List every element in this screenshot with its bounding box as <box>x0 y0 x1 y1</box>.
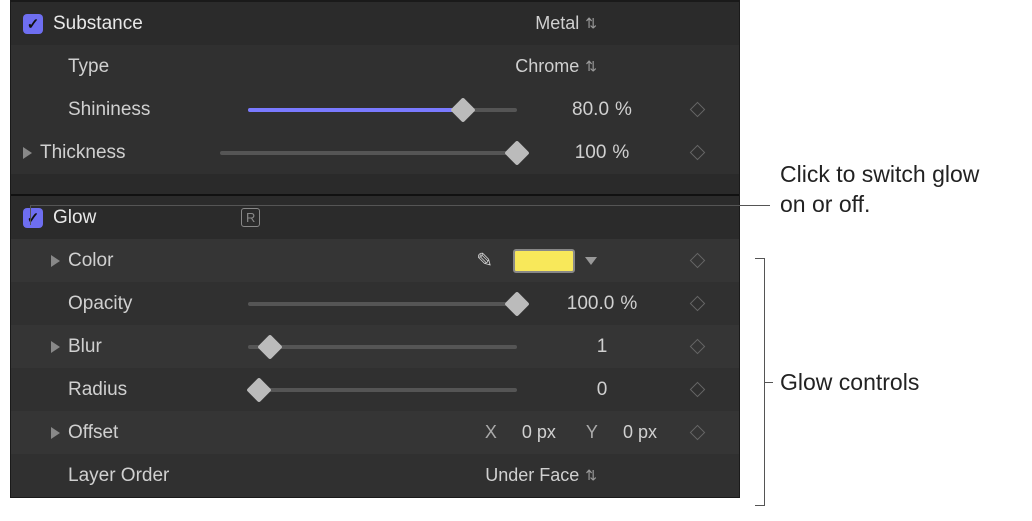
color-row: Color ✎ <box>11 239 739 282</box>
type-label: Type <box>68 56 248 78</box>
disclosure-triangle-icon[interactable] <box>51 255 60 267</box>
offset-row: Offset X 0 px Y 0 px <box>11 411 739 454</box>
radius-value-field[interactable]: 0 <box>537 379 667 401</box>
layer-order-popup[interactable]: Under Face <box>485 465 597 486</box>
inspector-panel: Substance Metal Type Chrome Shininess <box>10 0 740 498</box>
glow-section: Glow R Color ✎ Opacity 100.0 <box>11 194 739 497</box>
thickness-label: Thickness <box>40 142 220 164</box>
radius-label: Radius <box>68 379 248 401</box>
keyframe-icon[interactable] <box>689 382 705 398</box>
color-label: Color <box>68 250 248 272</box>
keyframe-icon[interactable] <box>689 425 705 441</box>
popup-caret-icon <box>585 15 597 32</box>
type-popup[interactable]: Chrome <box>515 56 597 77</box>
popup-caret-icon <box>585 467 597 484</box>
keyframe-icon[interactable] <box>689 145 705 161</box>
offset-x-label: X <box>485 422 497 442</box>
layer-order-value: Under Face <box>485 465 579 486</box>
color-swatch[interactable] <box>513 249 575 273</box>
shininess-value-field[interactable]: 80.0 % <box>537 99 667 121</box>
shininess-unit: % <box>615 99 632 121</box>
substance-header-row: Substance Metal <box>11 2 739 45</box>
glow-label: Glow <box>53 207 233 229</box>
offset-x-value[interactable]: 0 <box>522 422 532 442</box>
offset-y-value[interactable]: 0 <box>623 422 633 442</box>
shininess-slider[interactable] <box>248 108 517 112</box>
layer-order-row: Layer Order Under Face <box>11 454 739 497</box>
glow-checkbox[interactable] <box>23 208 43 228</box>
substance-section: Substance Metal Type Chrome Shininess <box>11 1 739 174</box>
shininess-value: 80.0 <box>572 99 609 121</box>
thickness-value-field[interactable]: 100 % <box>537 142 667 164</box>
thickness-unit: % <box>612 142 629 164</box>
type-row: Type Chrome <box>11 45 739 88</box>
keyframe-icon[interactable] <box>689 253 705 269</box>
opacity-label: Opacity <box>68 293 248 315</box>
opacity-row: Opacity 100.0 % <box>11 282 739 325</box>
type-value: Chrome <box>515 56 579 77</box>
blur-label: Blur <box>68 336 248 358</box>
keyframe-icon[interactable] <box>689 102 705 118</box>
radius-value: 0 <box>597 379 608 401</box>
layer-order-label: Layer Order <box>68 465 248 487</box>
thickness-value: 100 <box>575 142 607 164</box>
offset-label: Offset <box>68 422 248 444</box>
glow-header-row: Glow R <box>11 196 739 239</box>
blur-value: 1 <box>597 336 608 358</box>
substance-checkbox[interactable] <box>23 14 43 34</box>
radius-row: Radius 0 <box>11 368 739 411</box>
offset-unit: px <box>537 422 556 442</box>
disclosure-triangle-icon[interactable] <box>51 341 60 353</box>
chevron-down-icon[interactable] <box>585 257 597 265</box>
blur-value-field[interactable]: 1 <box>537 336 667 358</box>
callout-toggle-text: Click to switch glow on or off. <box>780 160 1010 220</box>
eyedropper-icon[interactable]: ✎ <box>476 248 493 273</box>
blur-row: Blur 1 <box>11 325 739 368</box>
reset-icon[interactable]: R <box>241 208 260 227</box>
keyframe-icon[interactable] <box>689 339 705 355</box>
blur-slider[interactable] <box>248 345 517 349</box>
opacity-value: 100.0 <box>567 293 615 315</box>
disclosure-triangle-icon[interactable] <box>23 147 32 159</box>
radius-slider[interactable] <box>248 388 517 392</box>
opacity-unit: % <box>620 293 637 315</box>
opacity-slider[interactable] <box>248 302 517 306</box>
substance-value: Metal <box>535 13 579 34</box>
disclosure-triangle-icon[interactable] <box>51 427 60 439</box>
substance-label: Substance <box>53 13 233 35</box>
popup-caret-icon <box>585 58 597 75</box>
callout-line <box>30 205 31 225</box>
callout-bracket <box>755 258 765 506</box>
opacity-value-field[interactable]: 100.0 % <box>537 293 667 315</box>
offset-y-label: Y <box>586 422 598 442</box>
offset-unit: px <box>638 422 657 442</box>
shininess-label: Shininess <box>68 99 248 121</box>
callout-line <box>765 382 773 383</box>
callout-controls-text: Glow controls <box>780 368 919 398</box>
callout-line <box>30 205 770 206</box>
shininess-row: Shininess 80.0 % <box>11 88 739 131</box>
thickness-slider[interactable] <box>220 151 517 155</box>
thickness-row: Thickness 100 % <box>11 131 739 174</box>
substance-popup[interactable]: Metal <box>535 13 597 34</box>
keyframe-icon[interactable] <box>689 296 705 312</box>
